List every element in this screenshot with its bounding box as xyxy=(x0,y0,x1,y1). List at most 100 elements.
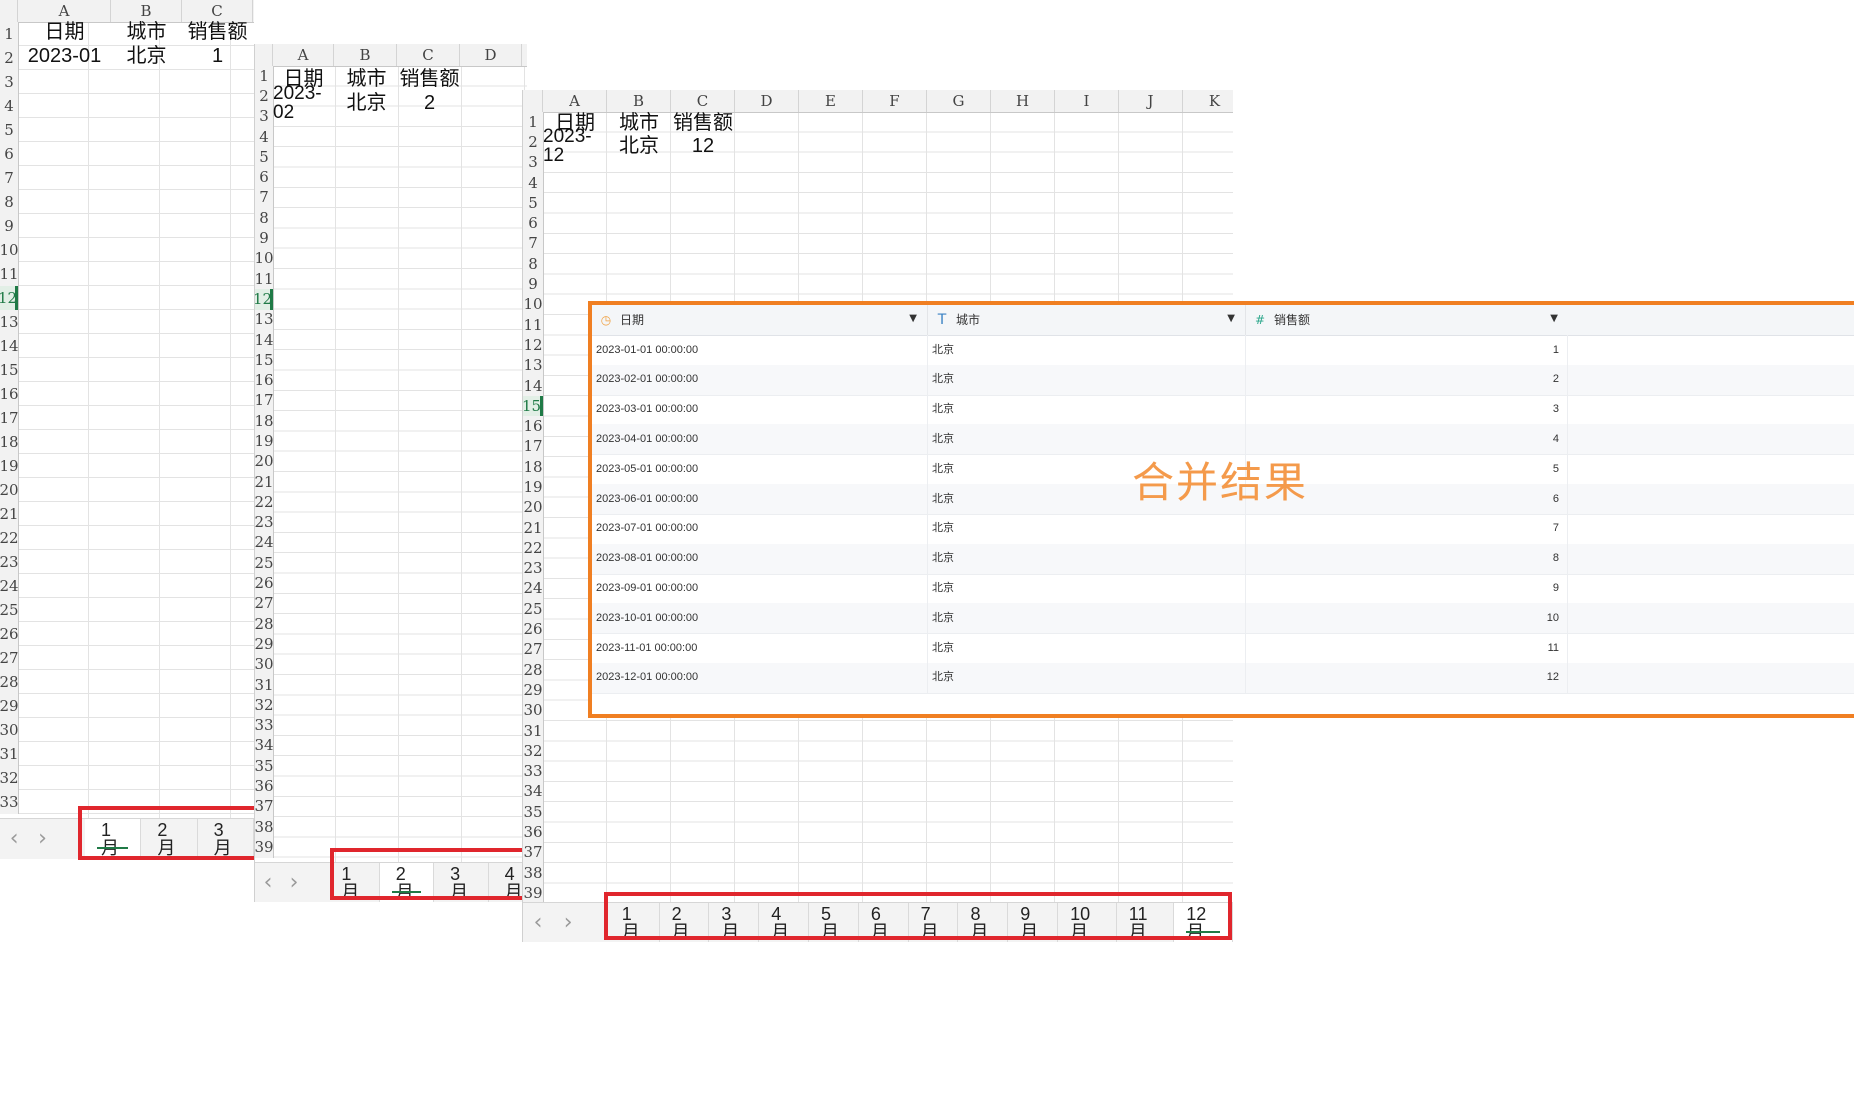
row-header[interactable]: 18 xyxy=(523,457,543,477)
cell-date[interactable]: 2023-11-01 00:00:00 xyxy=(592,633,928,663)
row-header[interactable]: 4 xyxy=(523,173,543,193)
row-header[interactable]: 15 xyxy=(255,350,274,370)
row-header[interactable]: 33 xyxy=(255,716,274,736)
row-header[interactable]: 16 xyxy=(523,416,543,436)
row-header[interactable]: 4 xyxy=(255,127,273,147)
column-header[interactable]: F xyxy=(863,90,927,112)
row-header[interactable]: 21 xyxy=(523,518,543,538)
row-header[interactable]: 13 xyxy=(0,310,19,334)
row-header[interactable]: 3 xyxy=(255,107,273,127)
cell-city[interactable]: 北京 xyxy=(928,335,1246,365)
row-header[interactable]: 36 xyxy=(523,822,543,842)
tab-4[interactable]: 4月 xyxy=(759,903,810,942)
row-header[interactable]: 28 xyxy=(0,670,19,694)
column-header-city[interactable]: T 城市 ▼ xyxy=(928,305,1246,335)
cell-date[interactable]: 2023-01-01 00:00:00 xyxy=(592,335,928,365)
tab-8[interactable]: 8月 xyxy=(958,903,1009,942)
row-header[interactable]: 26 xyxy=(0,622,19,646)
row-header[interactable]: 32 xyxy=(0,766,19,790)
row-header[interactable]: 25 xyxy=(523,599,543,619)
cell-city[interactable]: 北京 xyxy=(928,662,1246,693)
cell-date[interactable]: 2023-02-01 00:00:00 xyxy=(592,364,928,395)
column-header[interactable]: A xyxy=(18,0,111,22)
row-header[interactable]: 12 xyxy=(0,286,18,310)
column-header[interactable]: E xyxy=(799,90,863,112)
cell-date[interactable]: 2023-04-01 00:00:00 xyxy=(592,424,928,455)
table-row[interactable]: 2023-09-01 00:00:00 北京 9 xyxy=(592,573,1854,605)
tab-1[interactable]: 1月 xyxy=(325,863,380,902)
column-header[interactable]: C xyxy=(671,90,735,112)
row-header[interactable]: 18 xyxy=(0,430,19,454)
header-city[interactable]: 城市 xyxy=(607,112,671,134)
row-header[interactable]: 15 xyxy=(523,396,543,417)
row-header[interactable]: 15 xyxy=(0,358,19,382)
row-header[interactable]: 33 xyxy=(523,762,543,782)
row-header[interactable]: 36 xyxy=(255,776,274,796)
cell-sales[interactable]: 2 xyxy=(1246,364,1568,395)
row-header[interactable]: 13 xyxy=(523,356,543,376)
row-header[interactable]: 6 xyxy=(523,213,543,233)
prev-sheet-icon[interactable]: ‹ xyxy=(255,872,281,894)
table-row[interactable]: 2023-10-01 00:00:00 北京 10 xyxy=(592,603,1854,635)
column-header[interactable]: J xyxy=(1119,90,1183,112)
row-header[interactable]: 5 xyxy=(0,118,18,142)
row-header[interactable]: 21 xyxy=(255,472,274,492)
column-header[interactable]: B xyxy=(334,44,397,66)
row-header[interactable]: 27 xyxy=(255,594,274,614)
row-header[interactable]: 2 xyxy=(0,46,18,70)
row-header[interactable]: 14 xyxy=(0,334,19,358)
row-header[interactable]: 18 xyxy=(255,411,274,431)
tab-12[interactable]: 12月 xyxy=(1174,903,1233,942)
row-header[interactable]: 37 xyxy=(255,797,274,817)
cell-sales[interactable]: 9 xyxy=(1246,573,1568,604)
row-header[interactable]: 30 xyxy=(255,655,274,675)
row-header[interactable]: 6 xyxy=(255,167,273,187)
column-header[interactable]: B xyxy=(111,0,182,22)
tab-2[interactable]: 2月 xyxy=(141,819,198,859)
row-header[interactable]: 1 xyxy=(0,22,18,46)
column-header[interactable]: D xyxy=(460,44,522,66)
tab-11[interactable]: 11月 xyxy=(1117,903,1175,942)
row-header[interactable]: 35 xyxy=(523,802,543,822)
tab-9[interactable]: 9月 xyxy=(1008,903,1059,942)
next-sheet-icon[interactable]: › xyxy=(28,828,56,850)
cell-date[interactable]: 2023-12-01 00:00:00 xyxy=(592,662,928,693)
tab-2[interactable]: 2月 xyxy=(379,863,435,902)
select-all-corner[interactable] xyxy=(255,44,273,66)
row-header[interactable]: 26 xyxy=(523,619,543,639)
cell-city[interactable]: 北京 xyxy=(928,364,1246,395)
table-row[interactable]: 2023-08-01 00:00:00 北京 8 xyxy=(592,543,1854,575)
row-header[interactable]: 27 xyxy=(0,646,19,670)
row-header[interactable]: 10 xyxy=(523,295,543,315)
tab-7[interactable]: 7月 xyxy=(909,903,959,942)
header-sales[interactable]: 销售额 xyxy=(398,68,461,90)
row-header[interactable]: 12 xyxy=(255,289,273,310)
row-header[interactable]: 24 xyxy=(255,533,274,553)
cell-grid[interactable] xyxy=(273,66,527,862)
row-header[interactable]: 2 xyxy=(255,86,273,106)
cell-date[interactable]: 2023-07-01 00:00:00 xyxy=(592,513,928,544)
row-header[interactable]: 17 xyxy=(255,391,274,411)
row-header[interactable]: 29 xyxy=(255,634,274,654)
row-header[interactable]: 10 xyxy=(0,238,19,262)
row-header[interactable]: 34 xyxy=(523,782,543,802)
cell-date[interactable]: 2023-02 xyxy=(273,84,334,122)
row-header[interactable]: 20 xyxy=(255,452,274,472)
column-header[interactable]: E xyxy=(522,44,527,66)
cell-sales[interactable]: 1 xyxy=(182,44,253,68)
row-header[interactable]: 8 xyxy=(523,254,543,274)
row-header[interactable]: 19 xyxy=(0,454,19,478)
next-sheet-icon[interactable]: › xyxy=(281,872,307,894)
row-header[interactable]: 23 xyxy=(0,550,19,574)
column-header[interactable]: G xyxy=(927,90,991,112)
row-header[interactable]: 2 xyxy=(523,132,543,152)
row-header[interactable]: 9 xyxy=(0,214,18,238)
cell-sales[interactable]: 7 xyxy=(1246,513,1568,544)
cell-date[interactable]: 2023-05-01 00:00:00 xyxy=(592,454,928,485)
column-header[interactable]: K xyxy=(1183,90,1233,112)
row-header[interactable]: 19 xyxy=(255,431,274,451)
row-header[interactable]: 20 xyxy=(0,478,19,502)
column-header-date[interactable]: ◷ 日期 ▼ xyxy=(592,305,928,335)
row-header[interactable]: 6 xyxy=(0,142,18,166)
tab-2[interactable]: 2月 xyxy=(660,903,710,942)
